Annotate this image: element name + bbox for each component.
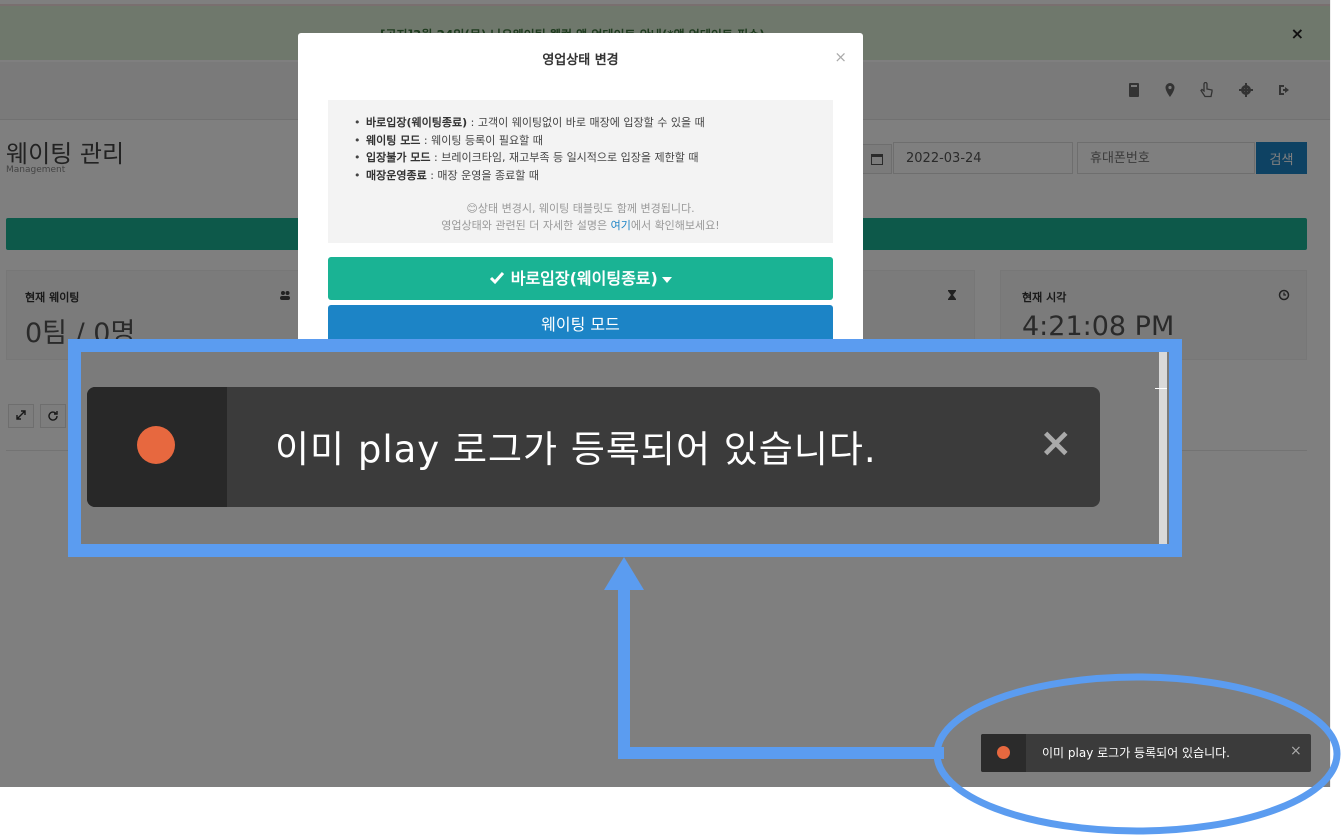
toast-message: 이미 play 로그가 등록되어 있습니다. bbox=[1042, 746, 1230, 760]
toast-icon-area bbox=[981, 734, 1026, 772]
toast-close-icon[interactable]: × bbox=[1290, 743, 1302, 759]
annotation-ellipse bbox=[933, 673, 1341, 835]
error-dot-icon bbox=[997, 746, 1010, 759]
error-toast: 이미 play 로그가 등록되어 있습니다. × bbox=[981, 734, 1311, 772]
